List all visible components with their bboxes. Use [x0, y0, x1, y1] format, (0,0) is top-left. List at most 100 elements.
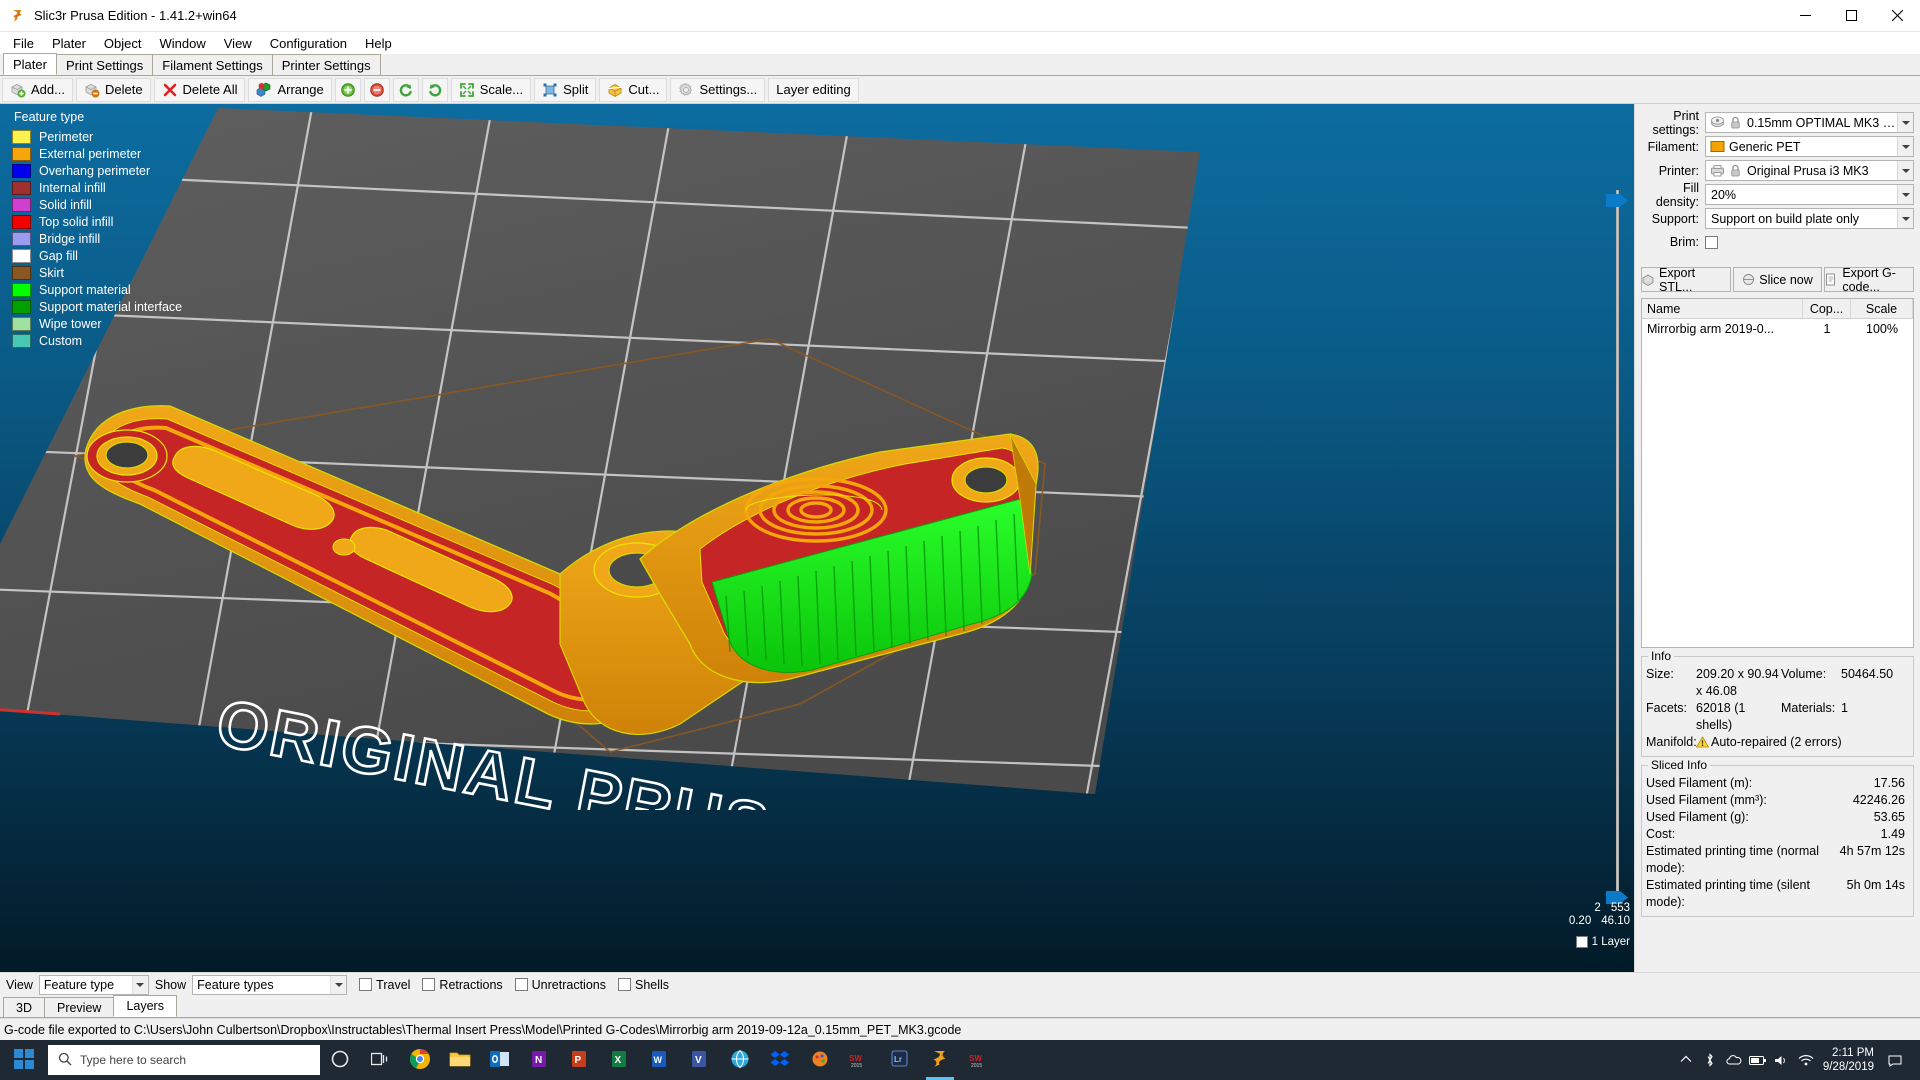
delete-object-button[interactable]: Delete — [75, 77, 151, 102]
travel-checkbox[interactable] — [359, 978, 373, 991]
travel-checkbox-group[interactable]: Travel — [359, 978, 410, 992]
shells-checkbox[interactable] — [618, 978, 631, 991]
table-row[interactable]: Mirrorbig arm 2019-0... 1 100% — [1642, 319, 1913, 339]
tab-preview[interactable]: Preview — [43, 997, 115, 1017]
legend-label: Wipe tower — [39, 316, 102, 331]
shells-checkbox-group[interactable]: Shells — [618, 978, 669, 992]
taskbar-lightroom[interactable]: Lr — [880, 1040, 920, 1080]
clock[interactable]: 2:11 PM 9/28/2019 — [1819, 1046, 1882, 1074]
task-view-button[interactable] — [360, 1040, 400, 1080]
fill-density-chevron-down-icon[interactable] — [1897, 185, 1913, 204]
tab-printer-settings[interactable]: Printer Settings — [271, 54, 381, 75]
one-layer-toggle[interactable]: 1 Layer — [1575, 936, 1630, 948]
rotate-ccw-button[interactable] — [392, 77, 419, 102]
onedrive-icon[interactable] — [1723, 1040, 1745, 1080]
print-settings-chevron-down-icon[interactable] — [1897, 113, 1913, 132]
filament-combo[interactable]: Generic PET — [1705, 136, 1914, 157]
unretractions-checkbox[interactable] — [514, 978, 528, 991]
tab-filament-settings[interactable]: Filament Settings — [152, 54, 273, 75]
delete-all-button[interactable]: Delete All — [153, 77, 246, 102]
increase-copies-button[interactable] — [334, 77, 361, 102]
taskbar-onenote[interactable]: N — [520, 1040, 560, 1080]
svg-text:Lr: Lr — [894, 1055, 902, 1064]
cortana-button[interactable] — [320, 1040, 360, 1080]
taskbar-file-explorer[interactable] — [440, 1040, 480, 1080]
tab-3d[interactable]: 3D — [3, 997, 45, 1017]
menu-plater[interactable]: Plater — [43, 34, 95, 53]
support-chevron-down-icon[interactable] — [1897, 209, 1913, 228]
menu-help[interactable]: Help — [356, 34, 401, 53]
layer-slider-track[interactable] — [1616, 190, 1619, 904]
start-button[interactable] — [0, 1040, 48, 1080]
volume-icon[interactable] — [1771, 1040, 1793, 1080]
printer-combo[interactable]: Original Prusa i3 MK3 — [1705, 160, 1914, 181]
bluetooth-icon[interactable] — [1699, 1040, 1721, 1080]
support-combo[interactable]: Support on build plate only — [1705, 208, 1914, 229]
menu-view[interactable]: View — [215, 34, 261, 53]
tray-expand-button[interactable] — [1675, 1040, 1697, 1080]
viewport-canvas[interactable]: ORIGINAL PRUS Feature type Perimeter Ext… — [0, 104, 1634, 972]
add-object-button[interactable]: Add... — [2, 77, 73, 102]
tab-print-settings[interactable]: Print Settings — [55, 54, 154, 75]
retractions-checkbox-group[interactable]: Retractions — [422, 978, 503, 992]
taskbar-solidworks-2[interactable]: SW 2015 — [960, 1040, 1000, 1080]
taskbar-solidworks[interactable]: SW 2015 — [840, 1040, 880, 1080]
layer-editing-button[interactable]: Layer editing — [768, 77, 859, 102]
tab-layers[interactable]: Layers — [113, 995, 177, 1017]
taskbar-excel[interactable]: X — [600, 1040, 640, 1080]
search-input[interactable]: Type here to search — [48, 1045, 320, 1075]
retractions-checkbox[interactable] — [422, 978, 436, 991]
scale-button[interactable]: Scale... — [450, 77, 532, 102]
wifi-icon[interactable] — [1795, 1040, 1817, 1080]
minimize-button[interactable] — [1782, 0, 1828, 32]
object-list-table[interactable]: Name Cop... Scale Mirrorbig arm 2019-0..… — [1641, 298, 1914, 648]
arrange-icon — [256, 82, 272, 98]
slice-now-button[interactable]: Slice now — [1732, 267, 1823, 292]
print-settings-combo[interactable]: 0.15mm OPTIMAL MK3 (modified) — [1705, 112, 1914, 133]
action-center-icon[interactable] — [1884, 1040, 1906, 1080]
rotate-cw-button[interactable] — [421, 77, 448, 102]
column-header-name[interactable]: Name — [1642, 299, 1803, 318]
fill-density-combo[interactable]: 20% — [1705, 184, 1914, 205]
taskbar-paint[interactable] — [800, 1040, 840, 1080]
show-mode-select[interactable]: Feature types — [192, 974, 348, 995]
taskbar-slic3r[interactable] — [920, 1040, 960, 1080]
show-mode-chevron-down-icon[interactable] — [330, 975, 347, 994]
one-layer-checkbox[interactable] — [1575, 936, 1588, 948]
split-button[interactable]: Split — [534, 77, 597, 102]
view-mode-chevron-down-icon[interactable] — [131, 975, 148, 994]
tab-plater[interactable]: Plater — [3, 53, 57, 75]
taskbar-browser[interactable] — [720, 1040, 760, 1080]
object-settings-button[interactable]: Settings... — [670, 77, 766, 102]
printer-chevron-down-icon[interactable] — [1897, 161, 1913, 180]
taskbar-powerpoint[interactable]: P — [560, 1040, 600, 1080]
taskbar-chrome[interactable] — [400, 1040, 440, 1080]
layer-slider[interactable] — [1606, 190, 1628, 904]
3d-viewport[interactable]: ORIGINAL PRUS Feature type Perimeter Ext… — [0, 104, 1634, 972]
taskbar-outlook[interactable] — [480, 1040, 520, 1080]
taskbar-dropbox[interactable] — [760, 1040, 800, 1080]
export-stl-button[interactable]: Export STL... — [1641, 266, 1731, 294]
close-button[interactable] — [1874, 0, 1920, 32]
taskbar-word[interactable]: W — [640, 1040, 680, 1080]
view-mode-select[interactable]: Feature type — [38, 974, 149, 995]
taskbar-visio[interactable]: V — [680, 1040, 720, 1080]
menu-window[interactable]: Window — [151, 34, 215, 53]
unretractions-checkbox-group[interactable]: Unretractions — [514, 978, 606, 992]
filament-chevron-down-icon[interactable] — [1897, 137, 1913, 156]
column-header-scale[interactable]: Scale — [1851, 299, 1913, 318]
menu-object[interactable]: Object — [95, 34, 151, 53]
maximize-button[interactable] — [1828, 0, 1874, 32]
cut-button[interactable]: Cut... — [599, 77, 668, 102]
brim-checkbox[interactable] — [1705, 235, 1718, 249]
battery-icon[interactable] — [1747, 1040, 1769, 1080]
menu-configuration[interactable]: Configuration — [261, 34, 356, 53]
decrease-copies-button[interactable] — [363, 77, 390, 102]
layer-slider-upper-handle[interactable] — [1606, 194, 1628, 207]
export-gcode-icon — [1825, 273, 1838, 286]
column-header-copies[interactable]: Cop... — [1803, 299, 1851, 318]
menu-file[interactable]: File — [4, 34, 43, 53]
arrange-button[interactable]: Arrange — [248, 77, 332, 102]
export-gcode-button[interactable]: Export G-code... — [1824, 266, 1915, 294]
show-desktop-button[interactable] — [1908, 1040, 1914, 1080]
